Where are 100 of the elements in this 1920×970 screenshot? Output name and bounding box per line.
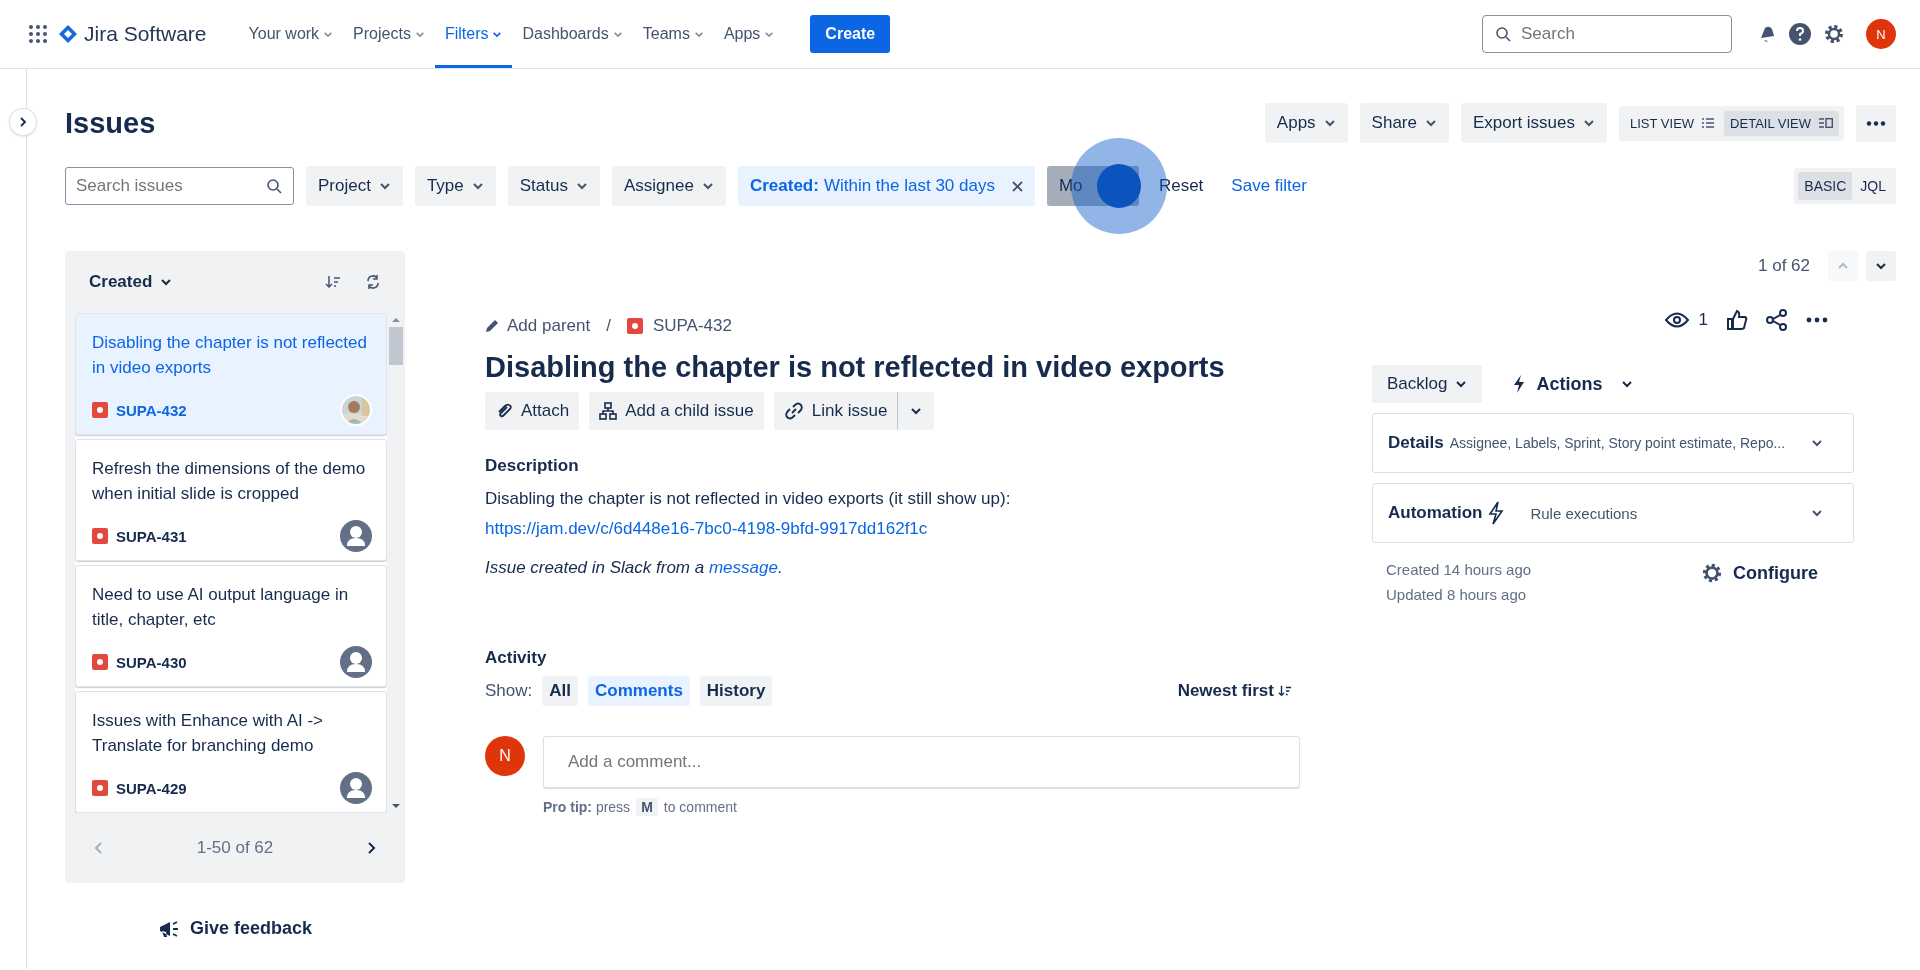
breadcrumb-separator: / [606,316,611,336]
sort-dropdown[interactable]: Created [89,272,173,292]
issue-position: 1 of 62 [1758,256,1810,276]
chevron-down-icon [612,30,623,38]
toolbar-button[interactable]: Apps [1264,103,1348,143]
nav-menu[interactable]: Projects [343,0,435,68]
nav-menu[interactable]: Apps [713,0,785,68]
page-title: Issues [65,106,156,140]
nav-menu[interactable]: Filters [434,0,513,68]
share-icon[interactable] [1766,309,1788,331]
expand-sidebar-button[interactable] [10,109,36,135]
issue-title[interactable]: Disabling the chapter is not reflected in video exports [485,351,1300,384]
help-icon[interactable] [1788,22,1812,46]
issue-key-link[interactable]: SUPA-432 [652,316,732,336]
give-feedback-button[interactable]: Give feedback [151,917,319,940]
scrollbar-thumb[interactable] [389,327,403,365]
activity-tab[interactable]: History [699,676,773,706]
user-avatar[interactable]: N [1866,19,1896,49]
issue-summary: Refresh the dimensions of the demo when initial slide is cropped [92,458,367,505]
issue-card[interactable]: Need to use AI output language in title, chapter, etc SUPA-430 [75,565,387,687]
app-switcher-icon[interactable] [28,24,48,44]
keyboard-key: M [636,798,658,816]
issue-action-button[interactable]: Add a child issue [589,392,764,430]
nav-menu[interactable]: Dashboards [512,0,633,68]
lightning-icon [1488,501,1505,525]
collapsible-panel[interactable]: Details Assignee, Labels, Sprint, Story point estimate, Repo... [1372,413,1854,473]
default-avatar-icon [340,772,372,804]
active-filter-chip[interactable]: Created: Within the last 30 days [737,166,1035,206]
issue-key: SUPA-431 [116,527,187,545]
nav-menu[interactable]: Your work [238,0,344,68]
filter-dropdown[interactable]: Status [507,166,600,206]
next-page-icon[interactable] [365,841,377,855]
scroll-up-icon[interactable] [392,317,400,323]
more-button[interactable] [1856,104,1896,142]
list-icon [1702,118,1715,128]
issue-key: SUPA-432 [116,401,187,419]
bug-icon [92,780,108,796]
activity-tab[interactable]: Comments [588,676,690,706]
create-button[interactable]: Create [810,15,891,53]
search-issues-field[interactable]: Search issues [65,167,294,205]
thumbs-up-icon[interactable] [1726,309,1748,331]
view-toggle[interactable]: LIST VIEW [1624,110,1721,136]
more-icon[interactable] [1806,317,1828,323]
bug-icon [92,402,108,418]
refresh-icon[interactable] [365,274,381,290]
pagination-text: 1-50 of 62 [196,838,274,858]
issue-key: SUPA-430 [116,653,187,671]
search-icon [1495,26,1511,42]
sort-order-icon[interactable] [325,274,341,290]
nav-menu[interactable]: Teams [632,0,714,68]
panel-title: Automation [1388,503,1483,523]
mode-toggle[interactable]: BASIC [1798,172,1853,200]
panel-summary: Rule executions [1530,504,1638,522]
toolbar-button[interactable]: Export issues [1461,103,1608,143]
detail-layout-icon [1819,118,1833,128]
mode-toggle[interactable]: JQL [1854,172,1892,200]
bug-icon [92,528,108,544]
toolbar-button[interactable]: Share [1359,103,1449,143]
chevron-down-icon [1323,119,1336,127]
settings-icon[interactable] [1822,22,1846,46]
reset-button[interactable]: Reset [1150,167,1212,205]
workflow-state-button[interactable]: Backlog [1372,365,1483,403]
actions-dropdown[interactable]: Actions [1506,372,1639,396]
filter-dropdown[interactable]: Project [306,166,403,206]
issue-action-button[interactable]: Link issue [773,392,898,430]
more-icon [1866,120,1886,126]
pro-tip-text: to comment [663,799,737,815]
close-icon[interactable] [1011,180,1023,192]
next-issue-button[interactable] [1866,251,1896,281]
search-icon [266,178,282,194]
activity-tab[interactable]: All [542,676,578,706]
filter-dropdown[interactable]: Assignee [612,166,726,206]
scroll-down-icon[interactable] [392,803,400,809]
hierarchy-icon [599,402,618,420]
chevron-down-icon [378,182,391,190]
search-field[interactable]: Search [1482,15,1732,53]
configure-button[interactable]: Configure [1695,561,1824,585]
sort-order-button[interactable]: Newest first [1177,681,1300,701]
chevron-down-icon [1875,262,1887,270]
collapsible-panel[interactable]: Automation Rule executions [1372,483,1854,543]
eye-icon[interactable] [1664,311,1689,329]
save-filter-link[interactable]: Save filter [1223,167,1315,205]
comment-field[interactable]: Add a comment... [543,736,1300,788]
add-parent-button[interactable]: Add parent [485,316,591,336]
bug-icon [92,654,108,670]
view-toggle[interactable]: DETAIL VIEW [1724,110,1839,136]
chevron-down-icon [1455,380,1468,388]
chevron-down-icon [576,182,588,190]
jam-link[interactable]: https://jam.dev/c/6d448e16-7bc0-4198-9bfd-9917dd162f1c [485,514,928,544]
issue-card[interactable]: Refresh the dimensions of the demo when initial slide is cropped SUPA-431 [75,439,387,561]
issue-card[interactable]: Issues with Enhance with AI -> Translate for branching demo SUPA-429 [75,691,387,813]
chevron-down-icon [160,278,173,286]
slack-note: Issue created in Slack from a message. [485,558,784,578]
filter-dropdown[interactable]: Type [414,166,496,206]
issue-action-button[interactable]: Attach [485,392,580,430]
message-link[interactable]: message [708,558,778,577]
issue-card[interactable]: Disabling the chapter is not reflected in video exports SUPA-432 [75,313,387,435]
chevron-down-icon [414,30,425,38]
chevron-down-icon [1425,119,1437,127]
product-name[interactable]: Jira Software [84,22,207,46]
